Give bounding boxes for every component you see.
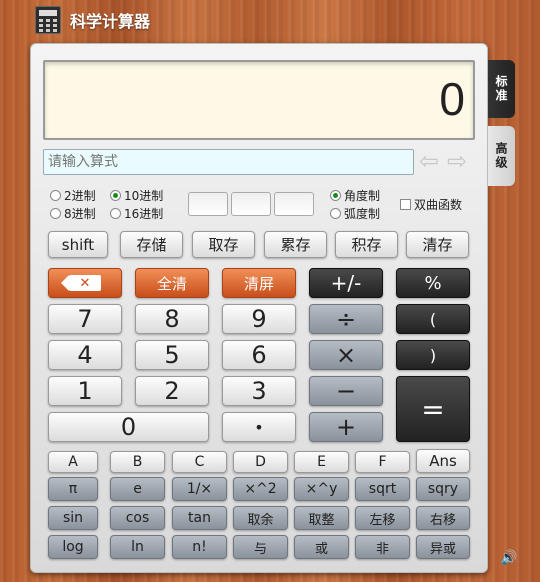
ans-button[interactable]: Ans: [416, 449, 470, 473]
and-button[interactable]: 与: [233, 535, 288, 559]
digit-9-button[interactable]: 9: [222, 304, 296, 334]
left-paren-button[interactable]: (: [396, 304, 470, 334]
sqrt-button[interactable]: sqrt: [355, 477, 410, 501]
radio-hex[interactable]: [110, 208, 121, 219]
recall-button[interactable]: 取存: [192, 231, 255, 258]
clear-all-button[interactable]: 全清: [135, 268, 209, 298]
hex-c-button[interactable]: C: [172, 451, 227, 473]
digit-4-button[interactable]: 4: [48, 340, 122, 370]
digit-0-button[interactable]: 0: [48, 412, 209, 442]
square-button[interactable]: ×^2: [233, 477, 288, 501]
modulo-button[interactable]: 取余: [233, 506, 288, 530]
reciprocal-button[interactable]: 1/×: [172, 477, 227, 501]
e-button[interactable]: e: [110, 477, 165, 501]
hex-d-button[interactable]: D: [233, 451, 288, 473]
expression-input[interactable]: [43, 149, 414, 175]
digit-3-button[interactable]: 3: [222, 376, 296, 406]
ln-button[interactable]: ln: [110, 535, 165, 559]
radio-bin[interactable]: [50, 190, 61, 201]
decimal-point-button[interactable]: •: [222, 412, 296, 442]
clear-screen-button[interactable]: 清屏: [222, 268, 296, 298]
digit-5-button[interactable]: 5: [135, 340, 209, 370]
integer-button[interactable]: 取整: [294, 506, 349, 530]
memory-slot-2: [231, 192, 271, 216]
angle-degree-option[interactable]: 角度制: [330, 187, 380, 204]
xor-button[interactable]: 异或: [416, 535, 470, 559]
radio-radian[interactable]: [330, 208, 341, 219]
backspace-icon: ✕: [61, 275, 101, 291]
display-value: 0: [439, 73, 465, 125]
calculator-icon: [35, 6, 61, 34]
minus-button[interactable]: −: [309, 376, 383, 406]
base-oct-option[interactable]: 8进制: [50, 205, 96, 222]
equals-button[interactable]: =: [396, 376, 470, 442]
shift-left-button[interactable]: 左移: [355, 506, 410, 530]
speaker-icon[interactable]: 🔊: [500, 550, 517, 566]
plus-button[interactable]: +: [309, 412, 383, 442]
digit-1-button[interactable]: 1: [48, 376, 122, 406]
digit-8-button[interactable]: 8: [135, 304, 209, 334]
sign-button[interactable]: +/-: [309, 268, 383, 298]
hex-a-button[interactable]: A: [48, 451, 98, 473]
tan-button[interactable]: tan: [172, 506, 227, 530]
digit-7-button[interactable]: 7: [48, 304, 122, 334]
arrow-left-icon[interactable]: ⇦: [419, 149, 441, 174]
digit-6-button[interactable]: 6: [222, 340, 296, 370]
base-bin-option[interactable]: 2进制: [50, 187, 96, 204]
not-button[interactable]: 非: [355, 535, 410, 559]
divide-button[interactable]: ÷: [309, 304, 383, 334]
hyperbolic-checkbox[interactable]: [400, 199, 411, 210]
radio-oct[interactable]: [50, 208, 61, 219]
right-paren-button[interactable]: ): [396, 340, 470, 370]
arrow-right-icon[interactable]: ⇨: [447, 149, 469, 174]
radio-degree[interactable]: [330, 190, 341, 201]
title-bar: 科学计算器: [0, 0, 540, 40]
backspace-button[interactable]: ✕: [48, 268, 122, 298]
shift-button[interactable]: shift: [48, 231, 108, 258]
result-display: 0: [43, 60, 475, 140]
radio-dec[interactable]: [110, 190, 121, 201]
or-button[interactable]: 或: [294, 535, 349, 559]
memory-clear-button[interactable]: 清存: [406, 231, 469, 258]
log-button[interactable]: log: [48, 535, 98, 559]
base-dec-option[interactable]: 10进制: [110, 187, 163, 204]
memory-add-button[interactable]: 累存: [264, 231, 327, 258]
hyperbolic-option[interactable]: 双曲函数: [400, 196, 462, 213]
angle-radian-option[interactable]: 弧度制: [330, 205, 380, 222]
hex-f-button[interactable]: F: [355, 451, 410, 473]
sin-button[interactable]: sin: [48, 506, 98, 530]
tab-standard[interactable]: 标准: [488, 60, 515, 118]
power-button[interactable]: ×^y: [294, 477, 349, 501]
hex-e-button[interactable]: E: [294, 451, 349, 473]
store-button[interactable]: 存储: [120, 231, 183, 258]
percent-button[interactable]: %: [396, 268, 470, 298]
memory-multiply-button[interactable]: 积存: [335, 231, 398, 258]
app-title: 科学计算器: [70, 12, 151, 31]
hex-b-button[interactable]: B: [110, 451, 165, 473]
shift-right-button[interactable]: 右移: [416, 506, 470, 530]
digit-2-button[interactable]: 2: [135, 376, 209, 406]
multiply-button[interactable]: ×: [309, 340, 383, 370]
cos-button[interactable]: cos: [110, 506, 165, 530]
factorial-button[interactable]: n!: [172, 535, 227, 559]
pi-button[interactable]: π: [48, 477, 98, 501]
memory-slot-1: [188, 192, 228, 216]
base-hex-option[interactable]: 16进制: [110, 205, 163, 222]
memory-slot-3: [274, 192, 314, 216]
tab-advanced[interactable]: 高级: [488, 126, 515, 186]
sqry-button[interactable]: sqry: [416, 477, 470, 501]
